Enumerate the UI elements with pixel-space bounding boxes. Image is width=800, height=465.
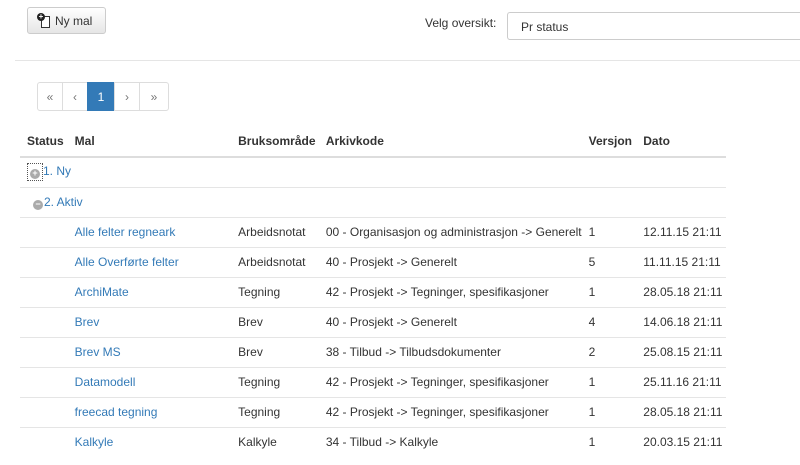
date-cell: 25.08.15 21:11 [636, 336, 726, 367]
version-cell: 4 [581, 306, 637, 337]
table-row[interactable]: Brev Brev 40 - Prosjekt -> Generelt 4 14.06.… [20, 306, 726, 337]
date-cell: 25.11.16 21:11 [636, 366, 726, 397]
template-name-link[interactable]: Datamodell [67, 366, 232, 397]
new-template-button[interactable]: + Ny mal [27, 7, 106, 34]
date-cell: 28.05.18 21:11 [636, 276, 726, 307]
archive-code-cell: 40 - Prosjekt -> Generelt [318, 306, 582, 337]
table-row[interactable]: Datamodell Tegning 42 - Prosjekt -> Tegnin… [20, 366, 726, 397]
date-cell: 28.05.18 21:11 [636, 396, 726, 427]
table-row[interactable]: Kalkyle Kalkyle 34 - Tilbud -> Kalkyle 1 20.… [20, 426, 726, 457]
version-cell: 1 [581, 366, 637, 397]
usage-area-cell: Kalkyle [231, 426, 319, 457]
archive-code-cell: 34 - Tilbud -> Kalkyle [318, 426, 582, 457]
collapse-icon[interactable]: − [33, 199, 43, 210]
divider [15, 60, 800, 61]
status-cell [20, 336, 68, 367]
header-status[interactable]: Status [20, 125, 68, 158]
archive-code-cell: 42 - Prosjekt -> Tegninger, spesifikasjo… [318, 396, 582, 427]
new-template-label: Ny mal [55, 13, 93, 28]
group-label[interactable]: 1. Ny [43, 164, 71, 178]
table-row[interactable]: Alle felter regneark Arbeidsnotat 00 - Org… [20, 216, 726, 247]
usage-area-cell: Arbeidsnotat [231, 216, 319, 247]
templates-table: Status Mal Bruksområde Arkivkode Versjon… [20, 125, 726, 457]
overview-label: Velg oversikt: [425, 16, 497, 30]
usage-area-cell: Arbeidsnotat [231, 246, 319, 277]
status-cell [20, 426, 68, 457]
template-name-link[interactable]: Alle Overførte felter [67, 246, 232, 277]
version-cell: 1 [581, 216, 637, 247]
usage-area-cell: Brev [231, 306, 319, 337]
table-row[interactable]: ArchiMate Tegning 42 - Prosjekt -> Tegning… [20, 276, 726, 307]
template-name-link[interactable]: Brev [67, 306, 232, 337]
version-cell: 5 [581, 246, 637, 277]
template-name-link[interactable]: ArchiMate [67, 276, 232, 307]
usage-area-cell: Brev [231, 336, 319, 367]
date-cell: 11.11.15 21:11 [636, 246, 726, 277]
prev-page-button[interactable]: ‹ [62, 82, 88, 111]
expand-icon: + [30, 169, 40, 180]
archive-code-cell: 38 - Tilbud -> Tilbudsdokumenter [318, 336, 582, 367]
group-label[interactable]: 2. Aktiv [44, 195, 83, 209]
status-cell [20, 396, 68, 427]
next-page-button[interactable]: › [114, 82, 140, 111]
date-cell: 20.03.15 21:11 [636, 426, 726, 457]
date-cell: 14.06.18 21:11 [636, 306, 726, 337]
status-cell [20, 246, 68, 277]
version-cell: 1 [581, 396, 637, 427]
table-row[interactable]: Brev MS Brev 38 - Tilbud -> Tilbudsdokumen… [20, 336, 726, 367]
header-arkivkode[interactable]: Arkivkode [318, 125, 582, 158]
usage-area-cell: Tegning [231, 396, 319, 427]
table-row[interactable]: Alle Overførte felter Arbeidsnotat 40 - Pr… [20, 246, 726, 277]
header-bruksomrade[interactable]: Bruksområde [231, 125, 319, 158]
usage-area-cell: Tegning [231, 276, 319, 307]
overview-select[interactable]: Pr status [507, 12, 800, 40]
new-document-icon: + [37, 12, 52, 28]
table-header-row: Status Mal Bruksområde Arkivkode Versjon… [20, 125, 726, 158]
group-row-ny[interactable]: + 1. Ny [20, 156, 726, 187]
group-row-aktiv[interactable]: −2. Aktiv [20, 186, 726, 217]
status-cell [20, 366, 68, 397]
last-page-button[interactable]: » [139, 82, 169, 111]
page-1-button[interactable]: 1 [87, 82, 115, 111]
table-row[interactable]: freecad tegning Tegning 42 - Prosjekt -> T… [20, 396, 726, 427]
archive-code-cell: 42 - Prosjekt -> Tegninger, spesifikasjo… [318, 366, 582, 397]
archive-code-cell: 40 - Prosjekt -> Generelt [318, 246, 582, 277]
version-cell: 1 [581, 426, 637, 457]
first-page-button[interactable]: « [37, 82, 63, 111]
template-name-link[interactable]: Brev MS [67, 336, 232, 367]
template-name-link[interactable]: Kalkyle [67, 426, 232, 457]
date-cell: 12.11.15 21:11 [636, 216, 726, 247]
version-cell: 1 [581, 276, 637, 307]
status-cell [20, 276, 68, 307]
status-cell [20, 306, 68, 337]
pagination: « ‹ 1 › » [37, 82, 169, 111]
usage-area-cell: Tegning [231, 366, 319, 397]
template-name-link[interactable]: freecad tegning [67, 396, 232, 427]
header-dato[interactable]: Dato [636, 125, 726, 158]
header-mal[interactable]: Mal [67, 125, 232, 158]
group-toggle-ny[interactable]: + [27, 163, 43, 182]
version-cell: 2 [581, 336, 637, 367]
template-name-link[interactable]: Alle felter regneark [67, 216, 232, 247]
archive-code-cell: 00 - Organisasjon og administrasjon -> G… [318, 216, 582, 247]
status-cell [20, 216, 68, 247]
archive-code-cell: 42 - Prosjekt -> Tegninger, spesifikasjo… [318, 276, 582, 307]
header-versjon[interactable]: Versjon [581, 125, 637, 158]
